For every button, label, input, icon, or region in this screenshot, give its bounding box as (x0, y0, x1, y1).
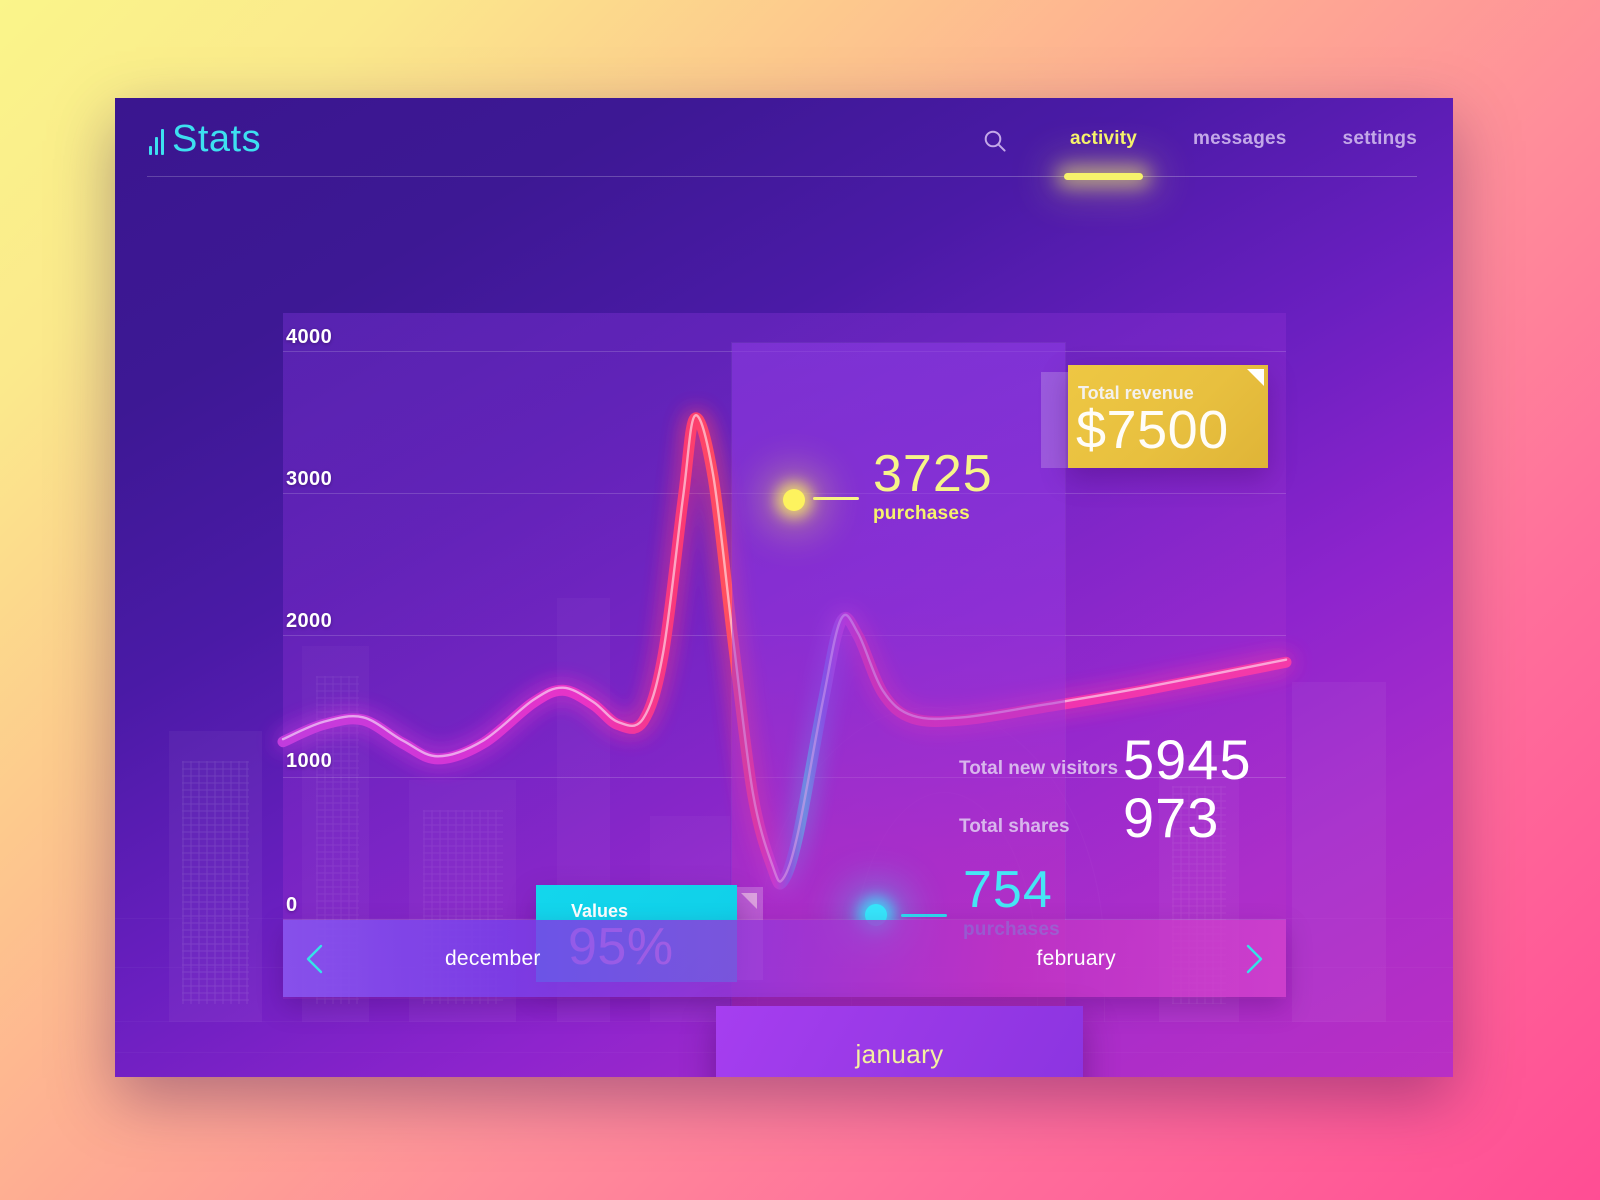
peak-data-point[interactable] (783, 489, 805, 511)
total-revenue-card[interactable]: Total revenue $7500 (1068, 365, 1268, 468)
trough-value: 754 (963, 861, 1053, 919)
month-label-next[interactable]: february (930, 947, 1222, 971)
corner-fold-icon (1247, 369, 1264, 386)
next-month-button[interactable] (1222, 920, 1286, 997)
search-icon[interactable] (980, 126, 1010, 156)
header-divider (147, 176, 1417, 177)
app-header: Stats activity messages settings (115, 98, 1453, 183)
corner-fold-icon (741, 893, 757, 909)
stat-row-shares: Total shares 973 (959, 790, 1379, 854)
y-axis-label-1000: 1000 (286, 750, 333, 772)
nav-item-settings[interactable]: settings (1343, 128, 1417, 158)
app-logo-text: Stats (172, 118, 262, 160)
peak-leader-line (813, 497, 859, 500)
y-axis-label-3000: 3000 (286, 468, 333, 490)
stat-value-shares: 973 (1123, 786, 1220, 849)
app-logo[interactable]: Stats (149, 120, 261, 158)
summary-stats: Total new visitors 5945 Total shares 973 (959, 732, 1379, 854)
revenue-card-value: $7500 (1076, 400, 1229, 460)
previous-month-button[interactable] (283, 920, 347, 997)
stat-label-shares: Total shares (959, 816, 1070, 837)
peak-unit: purchases (873, 503, 970, 525)
nav-item-messages[interactable]: messages (1193, 128, 1287, 158)
month-navigation-bar: december february (283, 920, 1286, 997)
month-label-previous[interactable]: december (347, 947, 639, 971)
trough-leader-line (901, 914, 947, 917)
main-nav: activity messages settings (980, 126, 1417, 180)
month-label-current: january (855, 1038, 944, 1069)
dashboard-window: Stats activity messages settings 4000 30… (115, 98, 1453, 1077)
nav-item-activity[interactable]: activity (1063, 128, 1144, 180)
y-axis-label-0: 0 (286, 894, 298, 916)
stat-value-visitors: 5945 (1123, 728, 1252, 791)
stat-label-visitors: Total new visitors (959, 758, 1119, 779)
peak-callout: 3725 purchases (813, 445, 993, 525)
bar-chart-icon (149, 129, 164, 158)
y-axis-label-4000: 4000 (286, 326, 333, 348)
peak-value: 3725 (873, 445, 993, 503)
selected-month-card[interactable]: january (716, 1006, 1083, 1077)
y-axis-label-2000: 2000 (286, 610, 333, 632)
